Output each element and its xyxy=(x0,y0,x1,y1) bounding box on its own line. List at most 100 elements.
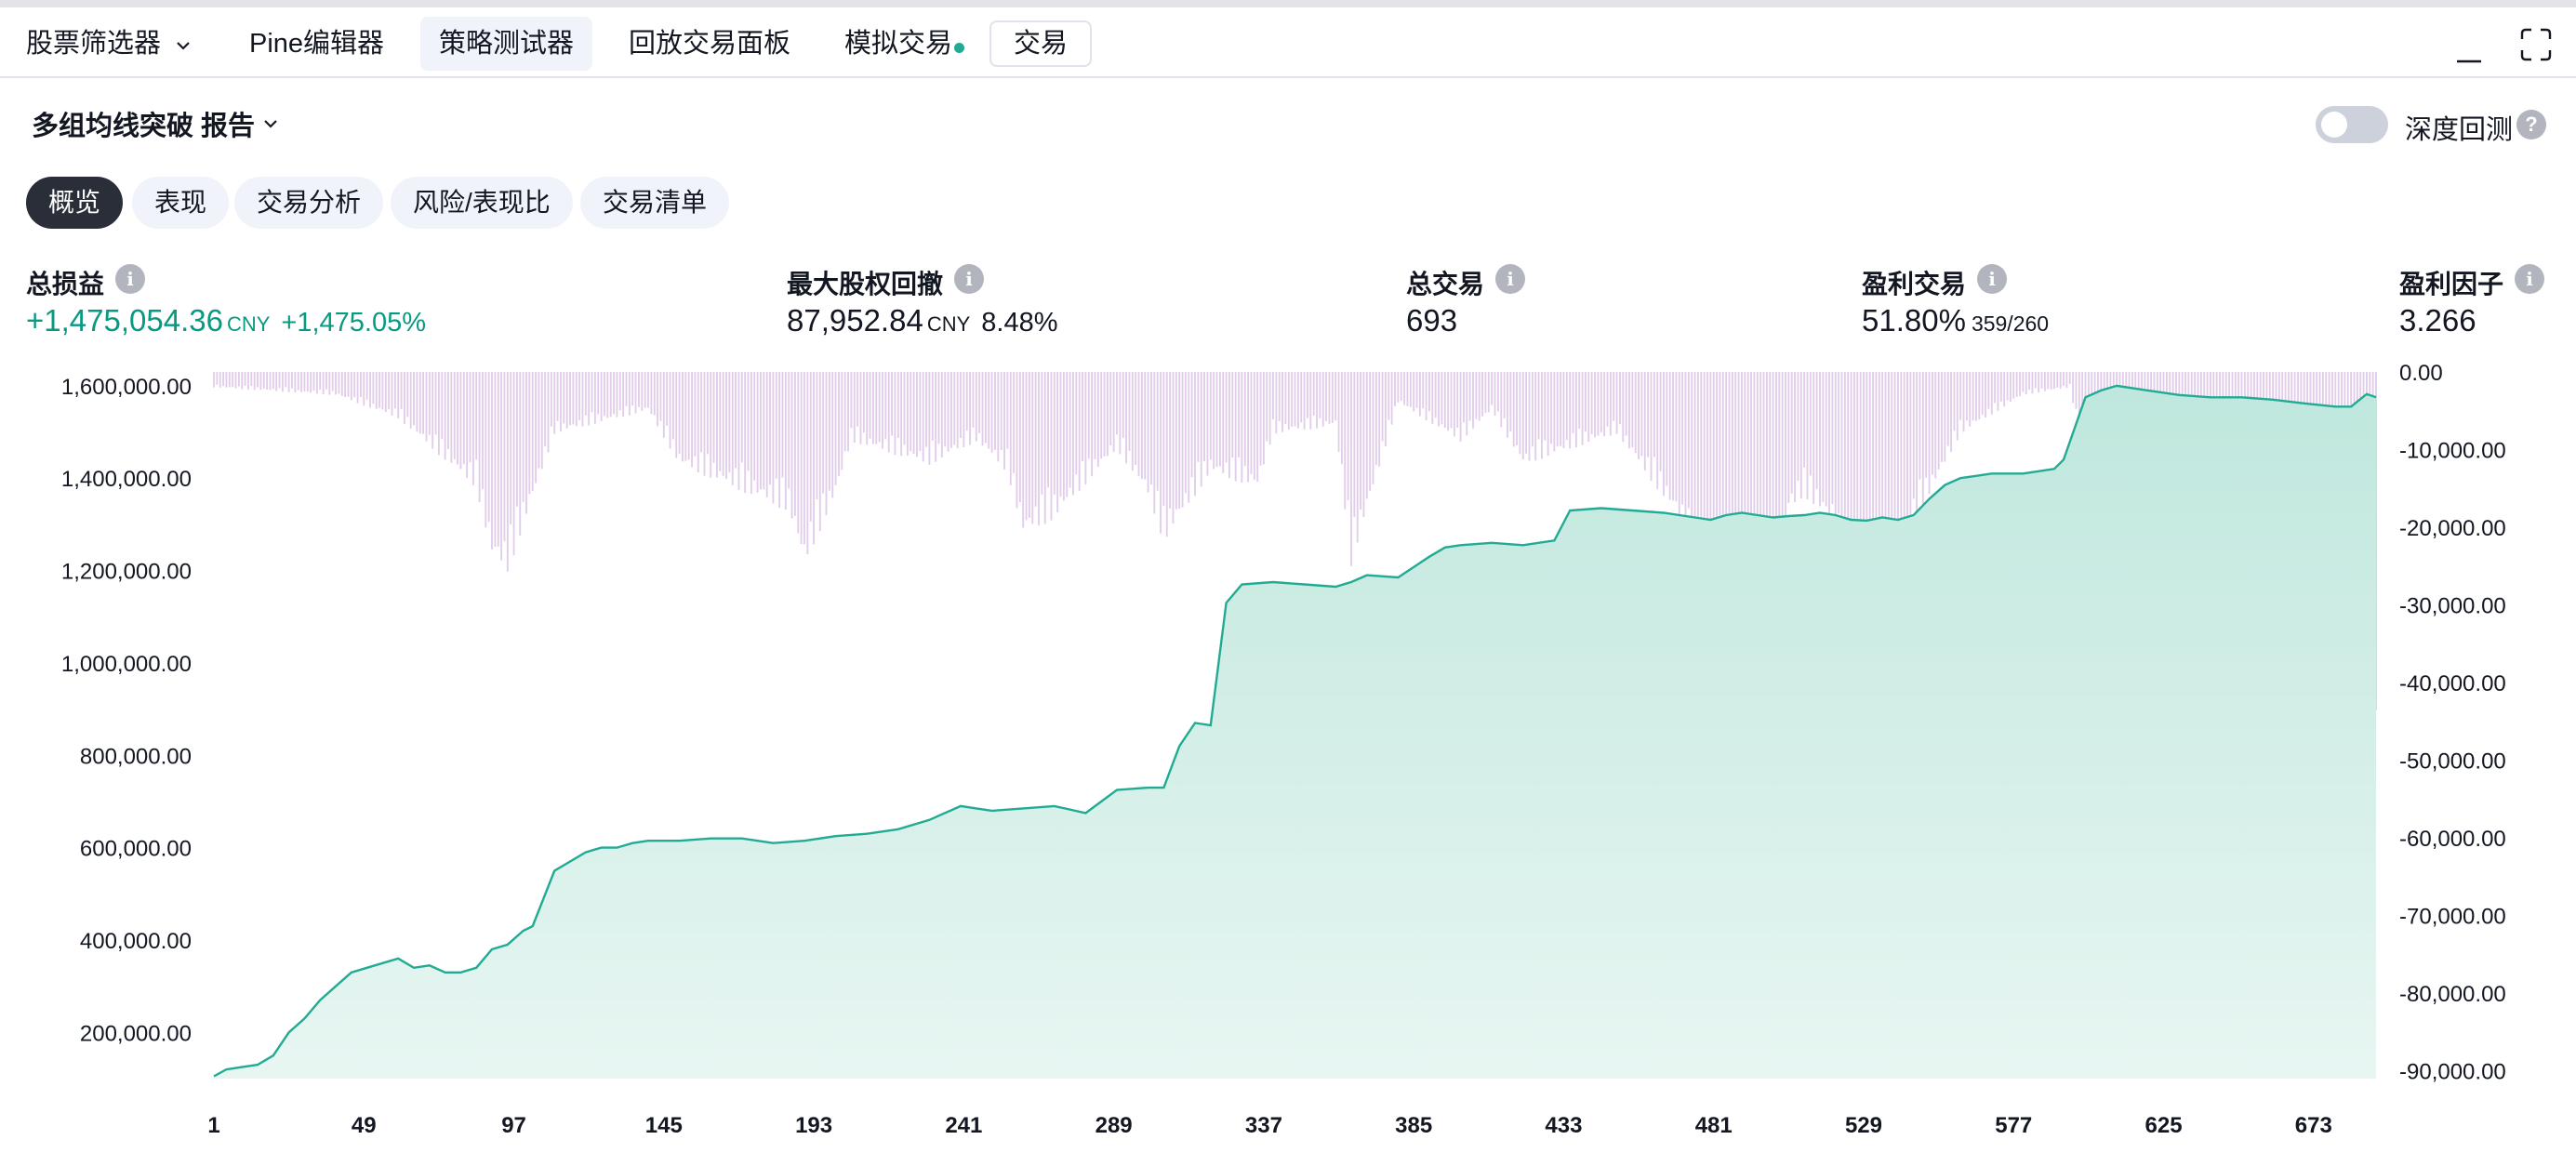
drawdown-bar xyxy=(1468,372,1471,421)
drawdown-bar xyxy=(335,372,337,395)
chevron-down-icon[interactable] xyxy=(173,35,193,56)
drawdown-bar xyxy=(584,372,587,416)
drawdown-bar xyxy=(416,372,418,432)
report-title[interactable]: 多组均线突破 报告 xyxy=(32,104,255,143)
right-axis-tick: -60,000.00 xyxy=(2399,827,2506,852)
drawdown-bar xyxy=(969,372,972,445)
total-trades-label: 总交易 xyxy=(1406,270,1485,298)
trade-button[interactable]: 交易 xyxy=(989,20,1093,67)
info-icon[interactable]: i xyxy=(2515,264,2544,294)
drawdown-bar xyxy=(922,372,924,462)
equity-drawdown-chart[interactable]: 1,600,000.00 1,400,000.00 1,200,000.00 1,00… xyxy=(0,353,2576,1153)
drawdown-bar xyxy=(519,372,522,536)
tab-stock-screener[interactable]: 股票筛选器 xyxy=(7,17,179,71)
right-axis-tick: -50,000.00 xyxy=(2399,749,2506,775)
drawdown-bar xyxy=(1243,372,1246,467)
drawdown-bar xyxy=(216,372,219,385)
drawdown-bar xyxy=(903,372,906,445)
tab-risk-performance-ratio[interactable]: 风险/表现比 xyxy=(391,177,573,229)
drawdown-bar xyxy=(710,372,712,478)
tab-replay-trading-panel[interactable]: 回放交易面板 xyxy=(610,17,809,71)
tab-list-of-trades[interactable]: 交易清单 xyxy=(580,177,730,229)
window-top-strip xyxy=(0,0,2576,7)
drawdown-bar xyxy=(319,372,322,391)
drawdown-bar xyxy=(1184,372,1187,494)
drawdown-bar xyxy=(1062,372,1065,501)
drawdown-bar xyxy=(285,372,287,388)
drawdown-bar xyxy=(485,372,487,528)
info-icon[interactable]: i xyxy=(954,264,984,294)
drawdown-bar xyxy=(2022,372,2025,392)
drawdown-bar xyxy=(1222,372,1225,473)
drawdown-bar xyxy=(413,372,415,426)
drawdown-bar xyxy=(1122,372,1124,438)
info-icon[interactable]: i xyxy=(1977,264,2007,294)
drawdown-bar xyxy=(813,372,816,545)
tab-performance[interactable]: 表现 xyxy=(132,177,230,229)
drawdown-bar xyxy=(441,372,444,440)
drawdown-bar xyxy=(947,372,949,452)
drawdown-bar xyxy=(375,372,378,409)
drawdown-bar xyxy=(1541,372,1543,459)
drawdown-bar xyxy=(2028,372,2030,391)
tab-pine-editor[interactable]: Pine编辑器 xyxy=(231,17,403,71)
drawdown-bar xyxy=(406,372,409,417)
right-axis-tick: -30,000.00 xyxy=(2399,594,2506,619)
minimize-icon[interactable] xyxy=(2455,43,2483,63)
drawdown-bar xyxy=(1321,372,1324,427)
tab-strategy-tester[interactable]: 策略测试器 xyxy=(420,17,593,71)
drawdown-bar xyxy=(1406,372,1409,406)
drawdown-bar xyxy=(365,372,368,400)
drawdown-bar xyxy=(1106,372,1109,457)
drawdown-bar xyxy=(1013,372,1016,473)
drawdown-bar xyxy=(2034,372,2037,389)
drawdown-bar xyxy=(347,372,350,397)
max-drawdown-percent: 8.48% xyxy=(981,308,1058,338)
drawdown-bar xyxy=(2031,372,2034,394)
drawdown-bar xyxy=(593,372,596,424)
drawdown-bar xyxy=(1215,372,1218,468)
drawdown-bar xyxy=(928,372,931,466)
drawdown-bar xyxy=(1487,372,1490,413)
tab-paper-trading[interactable]: 模拟交易 xyxy=(826,17,971,71)
drawdown-bar xyxy=(494,372,497,548)
deep-backtest-label: 深度回测 xyxy=(2405,115,2514,145)
drawdown-bar xyxy=(257,372,259,388)
drawdown-bar xyxy=(1531,372,1534,447)
deep-backtest-toggle[interactable] xyxy=(2316,106,2388,143)
drawdown-bar xyxy=(1066,372,1069,497)
drawdown-bar xyxy=(1116,372,1118,435)
drawdown-bar xyxy=(432,372,434,449)
drawdown-bar xyxy=(535,372,537,484)
drawdown-bar xyxy=(372,372,375,404)
drawdown-bar xyxy=(1956,372,1959,441)
drawdown-bar xyxy=(944,372,947,447)
tab-overview[interactable]: 概览 xyxy=(26,177,124,229)
drawdown-bar xyxy=(1162,372,1165,507)
drawdown-bar xyxy=(1231,372,1234,457)
tab-trade-analysis[interactable]: 交易分析 xyxy=(234,177,384,229)
drawdown-bar xyxy=(760,372,762,490)
maximize-icon[interactable] xyxy=(2520,28,2552,61)
drawdown-bar xyxy=(1681,372,1684,505)
drawdown-bar xyxy=(1144,372,1147,480)
drawdown-bar xyxy=(1266,372,1268,442)
help-icon[interactable]: ? xyxy=(2516,110,2546,139)
drawdown-bar xyxy=(1259,372,1262,466)
drawdown-bar xyxy=(1347,372,1349,501)
drawdown-bar xyxy=(1603,372,1606,437)
drawdown-bar xyxy=(1331,372,1334,424)
left-axis-tick: 1,600,000.00 xyxy=(61,375,192,400)
drawdown-bar xyxy=(275,372,278,391)
drawdown-bar xyxy=(1525,372,1528,454)
drawdown-bar xyxy=(975,372,977,442)
drawdown-bar xyxy=(531,372,534,491)
info-icon[interactable]: i xyxy=(115,264,145,294)
chevron-down-icon[interactable] xyxy=(260,113,281,134)
x-axis-tick: 481 xyxy=(1695,1113,1733,1138)
drawdown-bar xyxy=(1684,372,1687,536)
drawdown-bar xyxy=(522,372,524,502)
drawdown-bar xyxy=(1500,372,1503,428)
drawdown-bar xyxy=(1356,372,1359,543)
info-icon[interactable]: i xyxy=(1495,264,1525,294)
